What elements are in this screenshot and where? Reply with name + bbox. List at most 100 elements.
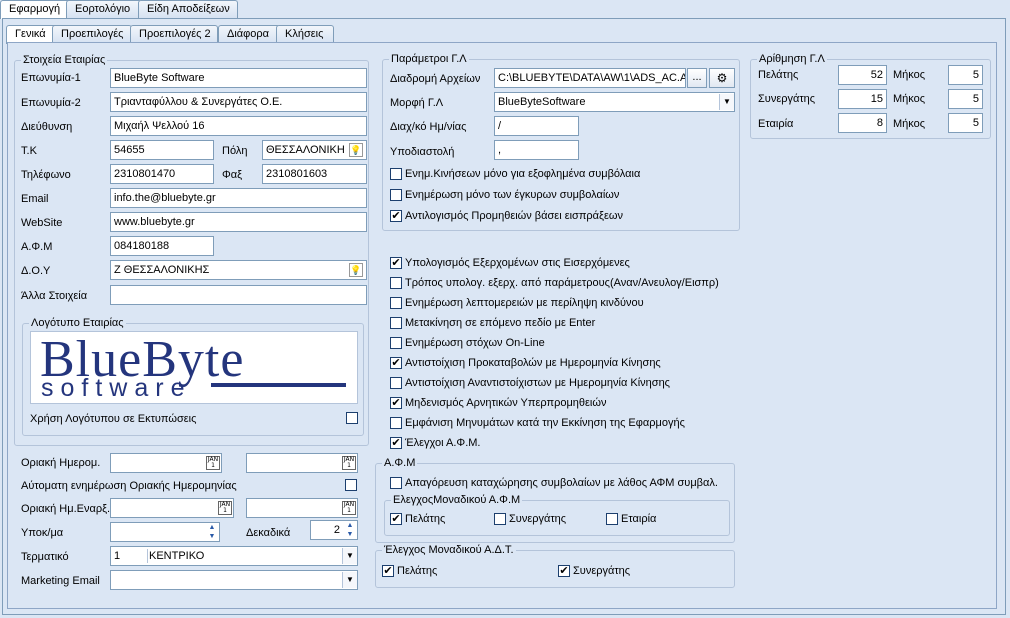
- gl-form-dropdown-chevron-icon[interactable]: ▼: [719, 94, 734, 110]
- website-field[interactable]: www.bluebyte.gr: [110, 212, 367, 232]
- decimal-sep-field[interactable]: ,: [494, 140, 579, 160]
- num-partner-field[interactable]: 15: [838, 89, 887, 109]
- name2-label: Επωνυμία-2: [21, 97, 81, 109]
- tab-defaults[interactable]: Προεπιλογές: [52, 25, 132, 43]
- num-partner-length-field[interactable]: 5: [948, 89, 983, 109]
- option-9-checkbox[interactable]: ✔: [390, 437, 402, 449]
- afm-field[interactable]: 084180188: [110, 236, 214, 256]
- option-0-checkbox[interactable]: ✔: [390, 257, 402, 269]
- afm-label: Α.Φ.Μ: [21, 241, 53, 253]
- option-1-checkbox[interactable]: [390, 277, 402, 289]
- num-company-field[interactable]: 8: [838, 113, 887, 133]
- spin-down-icon[interactable]: ▼: [343, 530, 357, 539]
- decimals-label: Δεκαδικά: [246, 527, 291, 539]
- name2-field[interactable]: Τριανταφύλλου & Συνεργάτες Ο.Ε.: [110, 92, 367, 112]
- gl-check-2[interactable]: ✔: [390, 210, 402, 222]
- test-connection-icon[interactable]: ⚙: [709, 68, 735, 88]
- tab-application[interactable]: Εφαρμογή: [0, 0, 72, 19]
- terminal-select[interactable]: 1 ΚΕΝΤΡΙΚΟ: [110, 546, 358, 566]
- gl-form-label: Μορφή Γ.Λ: [390, 97, 444, 109]
- decimals-spinner[interactable]: ▲ ▼: [343, 521, 357, 539]
- zip-field[interactable]: 54655: [110, 140, 214, 160]
- branch-field[interactable]: [110, 522, 220, 542]
- auto-update-checkbox[interactable]: [345, 479, 357, 491]
- use-logo-checkbox[interactable]: [346, 412, 358, 424]
- spin-down-icon[interactable]: ▼: [205, 532, 219, 541]
- marketing-email-select[interactable]: [110, 570, 358, 590]
- branch-spinner[interactable]: ▲ ▼: [205, 523, 219, 541]
- company-logo-image: BlueByte software: [30, 331, 358, 404]
- gl-form-select[interactable]: BlueByteSoftware: [494, 92, 735, 112]
- option-5-checkbox[interactable]: ✔: [390, 357, 402, 369]
- spin-up-icon[interactable]: ▲: [343, 521, 357, 530]
- doy-lookup-bulb-icon[interactable]: 💡: [349, 263, 363, 277]
- option-7-checkbox[interactable]: ✔: [390, 397, 402, 409]
- fax-field[interactable]: 2310801603: [262, 164, 367, 184]
- city-value: ΘΕΣΣΑΛΟΝΙΚΗ: [266, 144, 345, 156]
- num-customer-field[interactable]: 52: [838, 65, 887, 85]
- option-8-checkbox[interactable]: [390, 417, 402, 429]
- num-company-length-label: Μήκος: [893, 118, 926, 130]
- adt-customer-checkbox[interactable]: ✔: [382, 565, 394, 577]
- doy-field[interactable]: Ζ ΘΕΣΣΑΛΟΝΙΚΗΣ: [110, 260, 367, 280]
- option-7-label: Μηδενισμός Αρνητικών Υπερπρομηθειών: [405, 397, 607, 409]
- num-customer-length-label: Μήκος: [893, 69, 926, 81]
- marketing-email-dropdown-chevron-icon[interactable]: ▼: [342, 572, 357, 588]
- name1-field[interactable]: BlueByte Software: [110, 68, 367, 88]
- afm-unique-company-label: Εταιρία: [621, 513, 657, 525]
- path-label: Διαδρομή Αρχείων: [390, 73, 481, 85]
- afm-unique-customer-checkbox[interactable]: ✔: [390, 513, 402, 525]
- date-sep-field[interactable]: /: [494, 116, 579, 136]
- num-company-length-field[interactable]: 5: [948, 113, 983, 133]
- afm-unique-customer-label: Πελάτης: [405, 513, 446, 525]
- afm-unique-company-checkbox[interactable]: [606, 513, 618, 525]
- browse-button[interactable]: ...: [687, 68, 707, 88]
- afm-unique-partner-checkbox[interactable]: [494, 513, 506, 525]
- city-lookup-bulb-icon[interactable]: 💡: [349, 143, 363, 157]
- gl-check-2-label: Αντιλογισμός Προμηθειών βάσει εισπράξεων: [405, 210, 623, 222]
- date-sep-label: Διαχ/κό Ημ/νίας: [390, 121, 467, 133]
- path-field[interactable]: C:\BLUEBYTE\DATA\AW\1\ADS_AC.AD: [494, 68, 686, 88]
- adt-partner-label: Συνεργάτης: [573, 565, 631, 577]
- adt-partner-checkbox[interactable]: ✔: [558, 565, 570, 577]
- logo-sub-text: software: [41, 374, 192, 402]
- marketing-email-label: Marketing Email: [21, 575, 100, 587]
- limit-start-calendar-icon[interactable]: JAN 1: [218, 501, 232, 515]
- option-2-checkbox[interactable]: [390, 297, 402, 309]
- option-5-label: Αντιστοίχιση Προκαταβολών με Ημερομηνία …: [405, 357, 661, 369]
- terminal-code: 1: [114, 550, 121, 562]
- email-field[interactable]: info.the@bluebyte.gr: [110, 188, 367, 208]
- other-field[interactable]: [110, 285, 367, 305]
- num-partner-label: Συνεργάτης: [758, 93, 816, 105]
- decimal-sep-label: Υποδιαστολή: [390, 146, 455, 158]
- limit-start-field[interactable]: [110, 498, 234, 518]
- limit-start-label: Οριακή Ημ.Εναρξ.: [21, 503, 111, 515]
- other-label: Άλλα Στοιχεία: [21, 290, 88, 302]
- afm-block-checkbox[interactable]: [390, 477, 402, 489]
- fax-label: Φαξ: [222, 169, 243, 181]
- tab-misc[interactable]: Διάφορα: [218, 25, 280, 43]
- option-3-checkbox[interactable]: [390, 317, 402, 329]
- email-label: Email: [21, 193, 49, 205]
- num-customer-length-field[interactable]: 5: [948, 65, 983, 85]
- tab-name-days[interactable]: Εορτολόγιο: [66, 0, 142, 18]
- limit-date-2-calendar-icon[interactable]: JAN 1: [342, 456, 356, 470]
- tab-defaults-2[interactable]: Προεπιλογές 2: [130, 25, 218, 43]
- option-6-checkbox[interactable]: [390, 377, 402, 389]
- option-6-label: Αντιστοίχιση Αναντιστοίχιστων με Ημερομη…: [405, 377, 670, 389]
- terminal-dropdown-chevron-icon[interactable]: ▼: [342, 548, 357, 564]
- gl-check-0[interactable]: [390, 168, 402, 180]
- num-customer-label: Πελάτης: [758, 69, 799, 81]
- limit-date-label: Οριακή Ημερομ.: [21, 457, 101, 469]
- limit-start-2-calendar-icon[interactable]: JAN 1: [342, 501, 356, 515]
- option-9-label: Έλεγχοι Α.Φ.Μ.: [405, 437, 481, 449]
- tab-calls[interactable]: Κλήσεις: [276, 25, 334, 43]
- limit-date-calendar-icon[interactable]: JAN 1: [206, 456, 220, 470]
- gl-check-1[interactable]: [390, 189, 402, 201]
- spin-up-icon[interactable]: ▲: [205, 523, 219, 532]
- tab-receipt-types[interactable]: Είδη Αποδείξεων: [138, 0, 238, 18]
- option-4-checkbox[interactable]: [390, 337, 402, 349]
- phone-field[interactable]: 2310801470: [110, 164, 214, 184]
- terminal-divider: [147, 549, 148, 563]
- address-field[interactable]: Μιχαήλ Ψελλού 16: [110, 116, 367, 136]
